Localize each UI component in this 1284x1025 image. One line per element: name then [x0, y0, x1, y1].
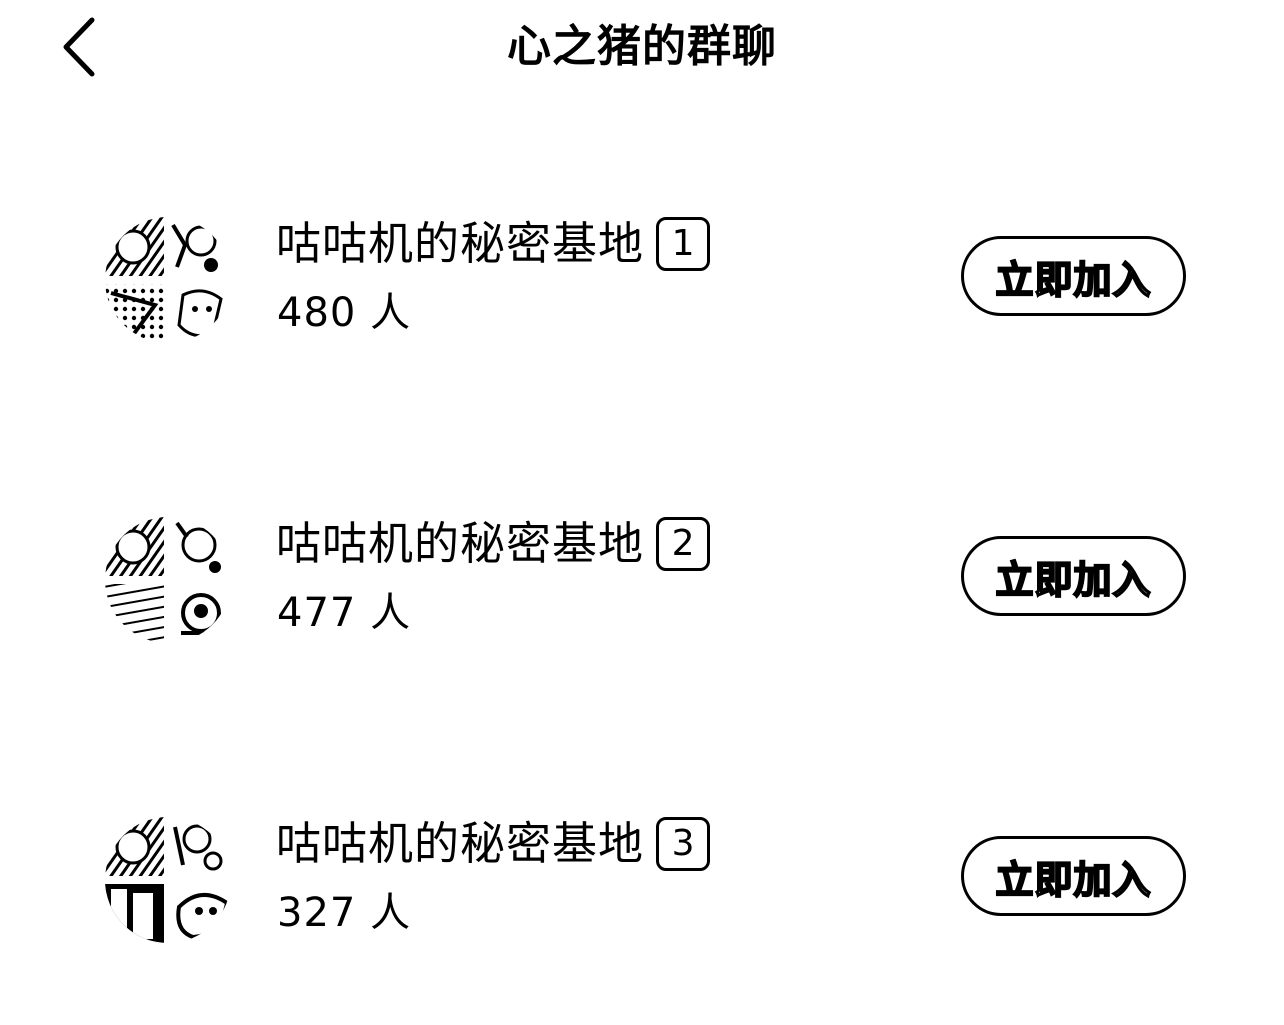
- member-count: 480 人: [277, 290, 412, 336]
- join-button[interactable]: 立即加入: [961, 236, 1186, 316]
- group-title-line: 咕咕机的秘密基地 2: [276, 513, 711, 575]
- page-title: 心之猪的群聊: [507, 21, 777, 72]
- group-number-badge: 3: [656, 817, 711, 871]
- group-title-line: 咕咕机的秘密基地 3: [276, 813, 711, 875]
- group-avatar: [103, 815, 233, 945]
- join-button[interactable]: 立即加入: [961, 836, 1186, 916]
- group-number-badge: 1: [656, 217, 711, 271]
- member-count: 327 人: [277, 890, 412, 936]
- group-avatar: [103, 215, 233, 345]
- group-list-item[interactable]: 咕咕机的秘密基地 1 480 人 立即加入: [0, 215, 1284, 355]
- group-name: 咕咕机的秘密基地: [276, 517, 645, 570]
- group-name: 咕咕机的秘密基地: [276, 817, 645, 870]
- group-title-line: 咕咕机的秘密基地 1: [276, 213, 711, 275]
- group-list-item[interactable]: 咕咕机的秘密基地 2 477 人 立即加入: [0, 515, 1284, 655]
- group-list-item[interactable]: 咕咕机的秘密基地 3 327 人 立即加入: [0, 815, 1284, 955]
- header-bar: 心之猪的群聊: [0, 0, 1284, 100]
- join-button[interactable]: 立即加入: [961, 536, 1186, 616]
- group-number-badge: 2: [656, 517, 711, 571]
- group-name: 咕咕机的秘密基地: [276, 217, 645, 270]
- group-avatar: [103, 515, 233, 645]
- member-count: 477 人: [277, 590, 412, 636]
